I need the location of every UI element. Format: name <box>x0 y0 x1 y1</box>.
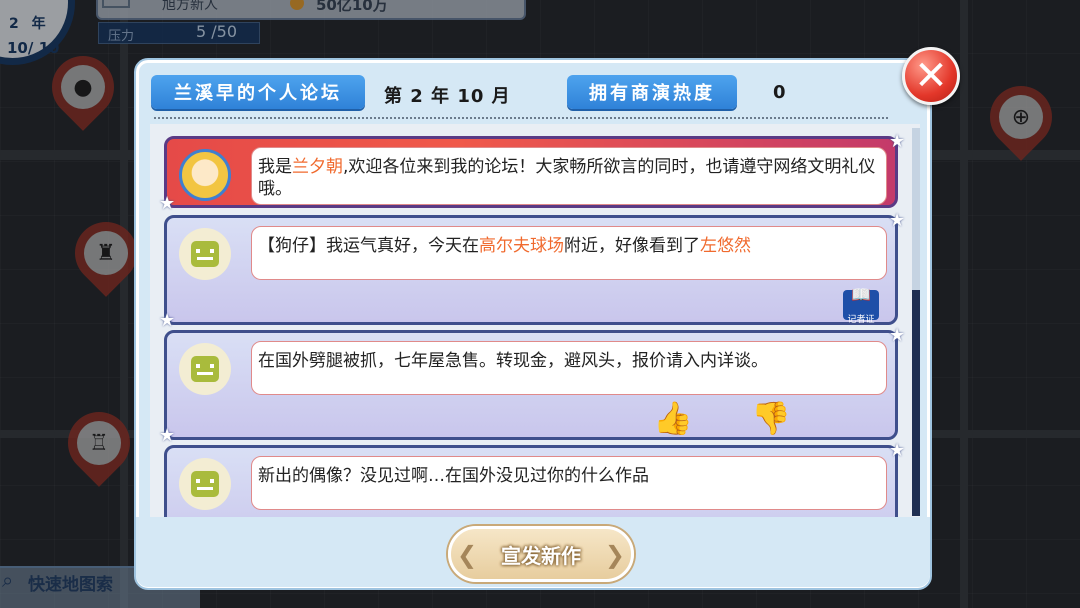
star-icon: ★ <box>889 210 906 231</box>
thumbs-down-icon[interactable]: 👎 <box>751 399 791 437</box>
robot-avatar-icon <box>191 356 219 382</box>
forum-title: 兰溪早的个人论坛 <box>174 83 342 104</box>
star-icon: ★ <box>159 310 176 331</box>
robot-avatar-icon <box>191 241 219 267</box>
username-highlight: 兰夕朝 <box>292 157 343 177</box>
list-item: ★ ★ 【狗仔】我运气真好，今天在高尔夫球场附近，好像看到了左悠然 📖 记者证 <box>159 210 905 331</box>
forum-title-tab: 兰溪早的个人论坛 <box>151 75 365 109</box>
chevron-right-icon: ❯ <box>604 541 625 569</box>
avatar[interactable] <box>179 458 231 510</box>
star-icon: ★ <box>159 425 176 446</box>
notebook-icon[interactable]: 📖 记者证 <box>843 285 879 325</box>
hot-label: 拥有商演热度 <box>589 83 715 104</box>
publish-label: 宣发新作 <box>501 543 581 568</box>
star-icon: ★ <box>889 325 906 346</box>
avatar[interactable] <box>179 343 231 395</box>
star-icon: ★ <box>889 440 906 461</box>
thumbs-up-icon[interactable]: 👍 <box>653 399 693 437</box>
avatar[interactable] <box>179 228 231 280</box>
post-bubble: 在国外劈腿被抓，七年屋急售。转现金，避风头，报价请入内详谈。 <box>251 341 887 395</box>
forum-date: 第 2 年 10 月 <box>384 86 511 107</box>
publish-new-work-button[interactable]: ❮ 宣发新作 ❯ <box>448 526 634 582</box>
post-bubble: 【狗仔】我运气真好，今天在高尔夫球场附近，好像看到了左悠然 <box>251 226 887 280</box>
avatar[interactable] <box>179 149 231 201</box>
scrollbar-thumb[interactable] <box>912 290 920 516</box>
person-highlight: 左悠然 <box>700 236 751 256</box>
star-icon: ★ <box>159 193 176 214</box>
header-divider <box>154 117 888 119</box>
close-icon: ✕ <box>914 53 948 99</box>
place-highlight: 高尔夫球场 <box>479 236 564 256</box>
hot-label-tab: 拥有商演热度 <box>567 75 737 109</box>
post-bubble: 我是兰夕朝,欢迎各位来到我的论坛！大家畅所欲言的同时，也请遵守网络文明礼仪哦。 <box>251 147 887 205</box>
post-pinned: ★ ★ 我是兰夕朝,欢迎各位来到我的论坛！大家畅所欲言的同时，也请遵守网络文明礼… <box>159 131 905 214</box>
star-icon: ★ <box>889 131 906 152</box>
close-button[interactable]: ✕ <box>902 47 960 105</box>
robot-avatar-icon <box>191 471 219 497</box>
hot-value: 0 <box>773 82 786 103</box>
chevron-left-icon: ❮ <box>457 541 478 569</box>
post-bubble: 新出的偶像？没见过啊…在国外没见过你的什么作品 <box>251 456 887 510</box>
list-item: ★ ★ 在国外劈腿被抓，七年屋急售。转现金，避风头，报价请入内详谈。 👍 👎 <box>159 325 905 446</box>
